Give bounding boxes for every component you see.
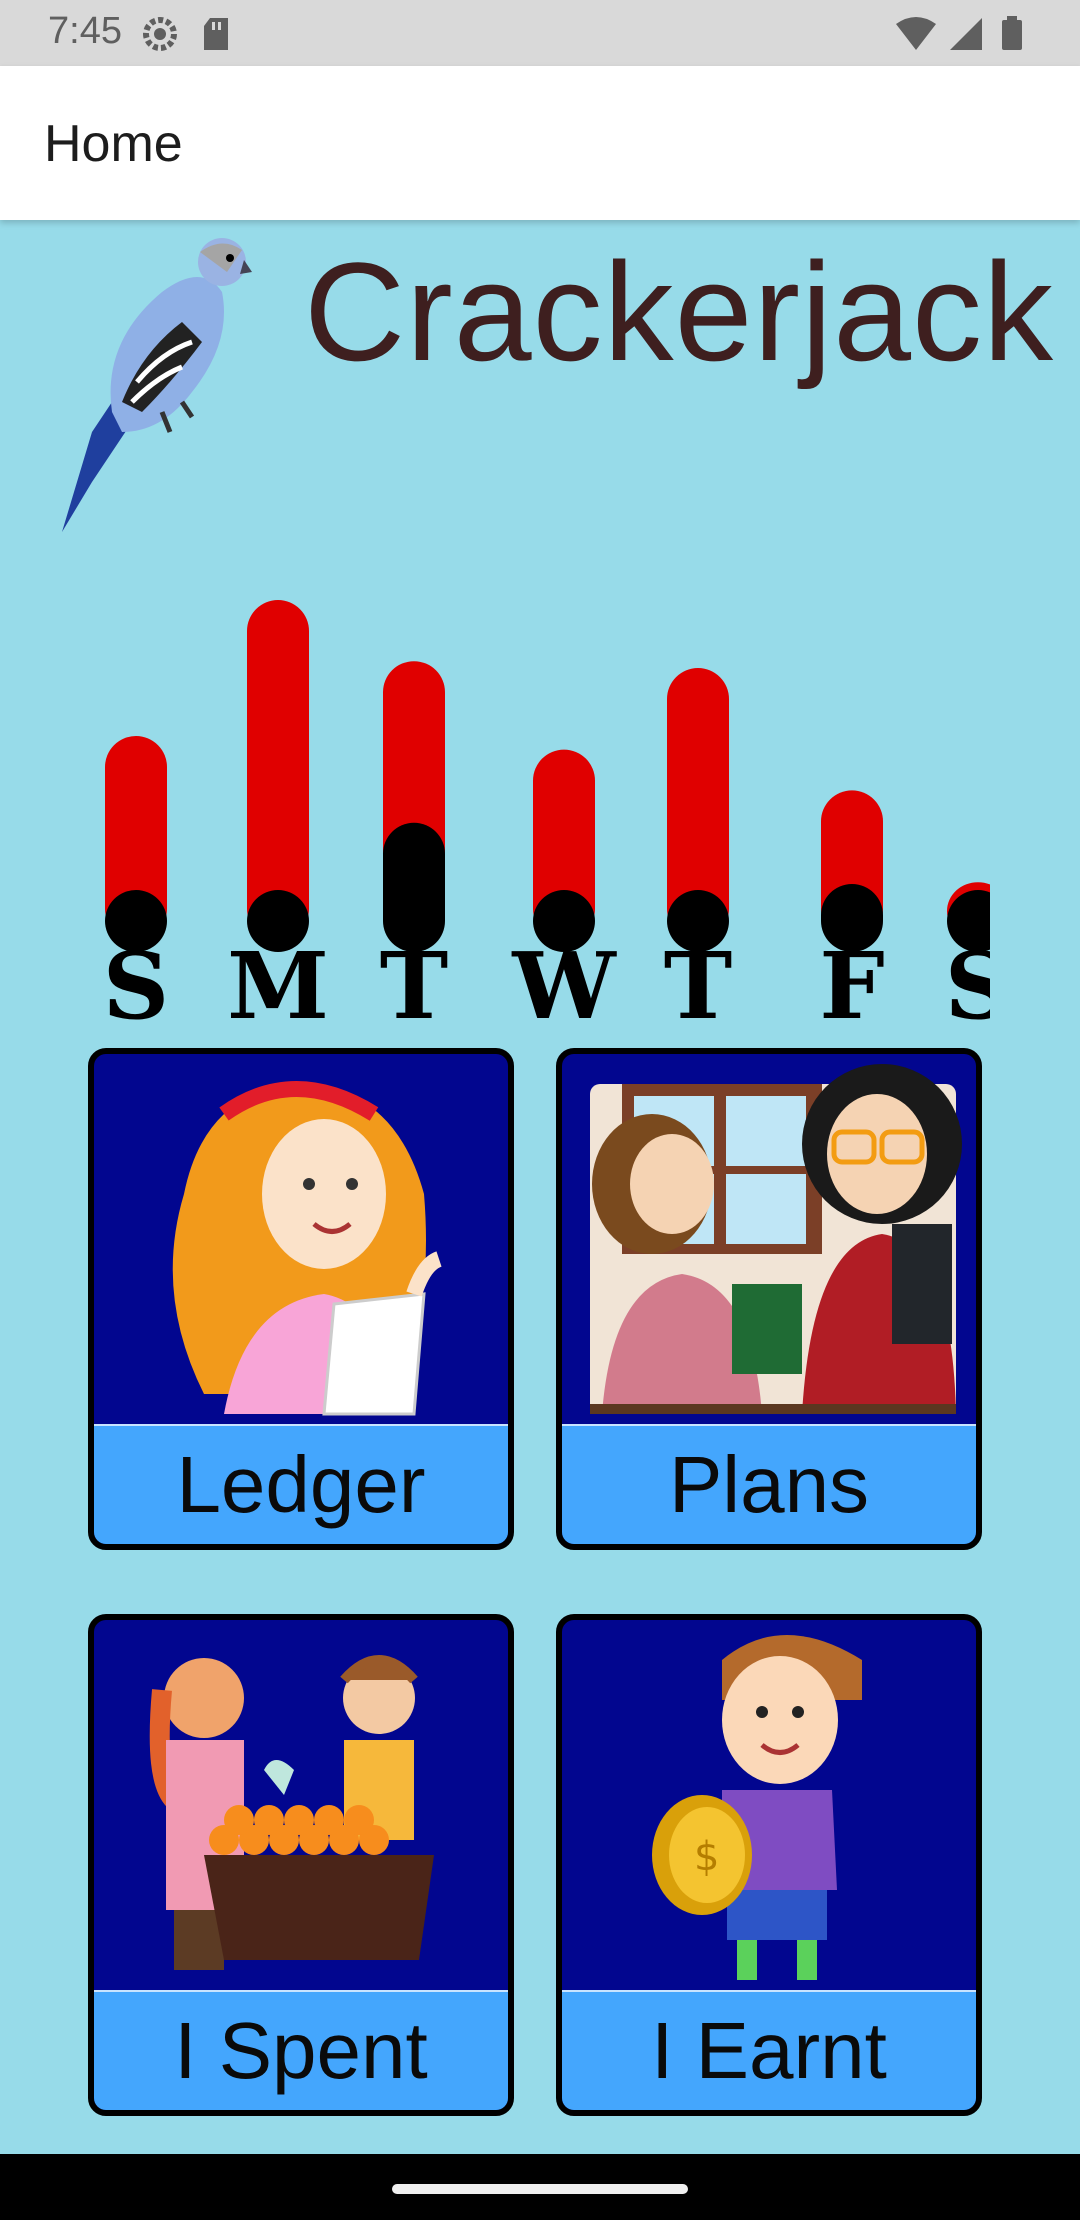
status-time: 7:45 bbox=[48, 10, 122, 52]
chart-day-label: M bbox=[227, 932, 329, 1040]
app-name: Crackerjack bbox=[304, 233, 1055, 390]
chart-day-label: T bbox=[664, 932, 732, 1040]
weekly-chart: SMTWTFS bbox=[103, 600, 990, 1040]
app-bar: Home bbox=[0, 66, 1080, 220]
i-spent-label: I Spent bbox=[94, 1990, 508, 2110]
girl-reading-list-image bbox=[162, 1081, 443, 1416]
sd-card-icon bbox=[204, 18, 228, 50]
signal-icon bbox=[950, 18, 982, 50]
svg-text:$: $ bbox=[694, 1834, 719, 1880]
plans-button[interactable]: Plans bbox=[556, 1048, 982, 1550]
home-gesture-handle[interactable] bbox=[392, 2184, 688, 2194]
chart-day-label: S bbox=[945, 932, 990, 1040]
navigation-bar bbox=[0, 2154, 1080, 2220]
plans-label: Plans bbox=[562, 1424, 976, 1544]
chart-day-label: F bbox=[819, 932, 884, 1040]
ledger-label: Ledger bbox=[94, 1424, 508, 1544]
ledger-button[interactable]: Ledger bbox=[88, 1048, 514, 1550]
i-earnt-button[interactable]: $ I Earnt bbox=[556, 1614, 982, 2116]
chart-bar-red bbox=[247, 600, 309, 940]
i-earnt-label: I Earnt bbox=[562, 1990, 976, 2110]
status-bar: 7:45 bbox=[0, 0, 1080, 66]
battery-icon bbox=[1002, 16, 1022, 50]
boy-holding-coin-image: $ bbox=[652, 1635, 862, 1980]
i-spent-button[interactable]: I Spent bbox=[88, 1614, 514, 2116]
wifi-icon bbox=[896, 17, 936, 50]
kids-buying-oranges-image bbox=[149, 1655, 434, 1970]
settings-icon bbox=[143, 17, 177, 51]
budgie-icon bbox=[62, 238, 252, 532]
chart-day-label: T bbox=[380, 932, 448, 1040]
chart-day-label: S bbox=[103, 932, 169, 1040]
girl-and-teacher-image bbox=[590, 1064, 962, 1414]
page-title: Home bbox=[44, 115, 183, 173]
chart-day-label: W bbox=[511, 932, 617, 1040]
